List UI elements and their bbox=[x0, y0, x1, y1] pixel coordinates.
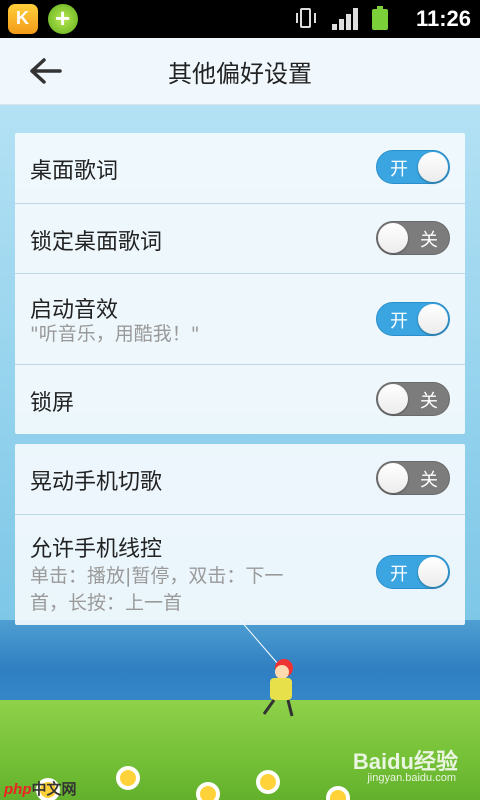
flower bbox=[260, 774, 276, 790]
setting-row-shake-switch[interactable]: 晃动手机切歌 关 bbox=[15, 444, 465, 514]
php-watermark: php中文网 bbox=[4, 778, 77, 799]
setting-label: 锁定桌面歌词 bbox=[30, 230, 163, 255]
baidu-watermark-url: jingyan.baidu.com bbox=[367, 772, 456, 784]
wired-control-toggle[interactable]: 开 bbox=[376, 555, 450, 589]
desktop-lyrics-toggle[interactable]: 开 bbox=[376, 150, 450, 184]
kite-kid-illustration bbox=[240, 620, 294, 717]
toggle-state-text: 开 bbox=[390, 564, 408, 585]
setting-row-desktop-lyrics[interactable]: 桌面歌词 开 bbox=[15, 133, 465, 203]
toggle-state-text: 关 bbox=[420, 391, 438, 412]
lock-screen-toggle[interactable]: 关 bbox=[376, 382, 450, 416]
battery-icon bbox=[372, 6, 388, 30]
setting-subtitle: "听音乐，用酷我！" bbox=[30, 323, 200, 345]
setting-row-startup-sound[interactable]: 启动音效 "听音乐，用酷我！" 开 bbox=[15, 273, 465, 364]
flower bbox=[120, 770, 136, 786]
setting-label: 启动音效 bbox=[30, 298, 119, 323]
clock: 11:26 bbox=[415, 6, 471, 31]
settings-group-2: 晃动手机切歌 关 允许手机线控 单击：播放|暂停，双击：下一 首，长按：上一首 … bbox=[15, 444, 465, 625]
flower bbox=[200, 786, 216, 800]
setting-row-lock-screen[interactable]: 锁屏 关 bbox=[15, 364, 465, 434]
setting-subtitle-line-1: 单击：播放|暂停，双击：下一 bbox=[30, 565, 284, 587]
toggle-knob bbox=[378, 463, 408, 493]
toggle-knob bbox=[378, 384, 408, 414]
setting-row-wired-control[interactable]: 允许手机线控 单击：播放|暂停，双击：下一 首，长按：上一首 开 bbox=[15, 514, 465, 625]
setting-label: 允许手机线控 bbox=[30, 537, 163, 562]
setting-subtitle-line-2: 首，长按：上一首 bbox=[30, 592, 183, 614]
toggle-knob bbox=[418, 304, 448, 334]
toggle-knob bbox=[378, 223, 408, 253]
app-k-icon bbox=[8, 4, 38, 34]
toggle-state-text: 关 bbox=[420, 470, 438, 491]
php-watermark-a: php bbox=[4, 781, 32, 798]
toggle-state-text: 关 bbox=[420, 230, 438, 251]
php-watermark-b: 中文网 bbox=[31, 781, 77, 798]
toggle-knob bbox=[418, 557, 448, 587]
settings-group-1: 桌面歌词 开 锁定桌面歌词 关 启动音效 "听音乐，用酷我！" 开 锁屏 关 bbox=[15, 133, 465, 434]
setting-label: 桌面歌词 bbox=[30, 159, 119, 184]
toggle-state-text: 开 bbox=[390, 159, 408, 180]
toggle-state-text: 开 bbox=[390, 311, 408, 332]
page-title: 其他偏好设置 bbox=[168, 60, 312, 88]
toggle-knob bbox=[418, 152, 448, 182]
flower bbox=[330, 790, 346, 800]
shake-switch-toggle[interactable]: 关 bbox=[376, 461, 450, 495]
setting-row-lock-desktop-lyrics[interactable]: 锁定桌面歌词 关 bbox=[15, 203, 465, 273]
status-bar: 11:26 bbox=[0, 0, 480, 38]
startup-sound-toggle[interactable]: 开 bbox=[376, 302, 450, 336]
vibrate-icon bbox=[296, 8, 316, 30]
setting-label: 晃动手机切歌 bbox=[30, 470, 163, 495]
app-plus-icon bbox=[48, 3, 78, 34]
lock-desktop-lyrics-toggle[interactable]: 关 bbox=[376, 221, 450, 255]
setting-label: 锁屏 bbox=[30, 391, 75, 416]
signal-icon bbox=[332, 8, 358, 30]
header-bar: 其他偏好设置 bbox=[0, 38, 480, 105]
